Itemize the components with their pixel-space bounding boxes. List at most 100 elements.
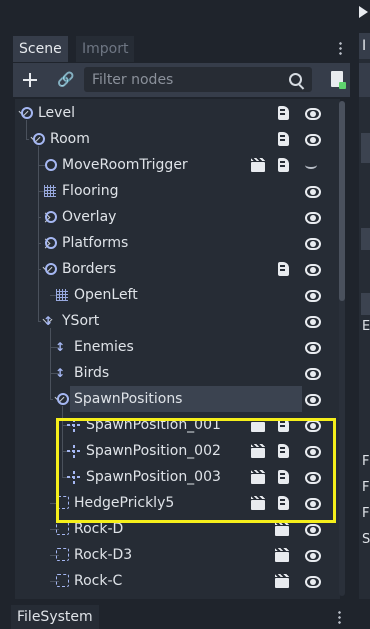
filter-nodes-input[interactable] <box>84 67 292 92</box>
inspector-field[interactable] <box>361 133 370 163</box>
tree-row-spawnpositions[interactable]: SpawnPositions <box>15 386 340 412</box>
tree-guide-line <box>38 321 41 322</box>
link-icon[interactable]: 🔗 <box>57 72 74 88</box>
dock-menu-icon[interactable] <box>339 41 342 55</box>
visibility-eye-icon[interactable] <box>305 108 321 120</box>
visibility-eye-icon[interactable] <box>305 342 321 354</box>
tree-guide-line <box>50 399 53 400</box>
ysort-icon: ↕ <box>55 366 66 380</box>
open-scene-icon[interactable] <box>275 574 289 588</box>
dock-splitter[interactable] <box>353 0 356 623</box>
instance-child-scene-icon[interactable] <box>331 71 346 89</box>
tree-guide-line <box>38 269 41 270</box>
node-icon <box>45 159 57 171</box>
visibility-eye-icon[interactable] <box>305 264 321 276</box>
ysort-icon: ↕ <box>55 340 66 354</box>
script-icon[interactable] <box>278 106 289 120</box>
collision-shape-icon <box>56 548 69 561</box>
tree-row-birds[interactable]: ↕ Birds <box>15 360 340 386</box>
tree-guide-line <box>26 139 29 140</box>
tree-node-label: SpawnPositions <box>70 386 302 412</box>
tree-node-label: Borders <box>62 261 117 277</box>
visibility-eye-icon[interactable] <box>305 134 321 146</box>
node-icon <box>45 263 57 275</box>
tree-row-overlay[interactable]: Overlay <box>15 204 340 230</box>
script-icon[interactable] <box>278 262 289 276</box>
tilemap-icon <box>56 289 68 301</box>
tree-node-label: YSort <box>62 313 100 329</box>
tab-filesystem[interactable]: FileSystem <box>11 605 99 629</box>
tree-row-platforms[interactable]: Platforms <box>15 230 340 256</box>
visibility-eye-icon[interactable] <box>305 290 321 302</box>
open-scene-icon[interactable] <box>275 522 289 536</box>
inspector-label: F <box>362 454 370 469</box>
scrollbar-thumb[interactable] <box>339 101 345 301</box>
tab-scene[interactable]: Scene <box>13 36 68 62</box>
tab-import[interactable]: Import <box>76 36 135 62</box>
tilemap-icon <box>44 185 56 197</box>
script-icon[interactable] <box>278 132 289 146</box>
search-icon <box>289 73 302 86</box>
top-toolbar <box>0 0 370 30</box>
visibility-eye-icon[interactable] <box>305 186 321 198</box>
tree-node-label: Birds <box>74 365 110 381</box>
node-icon <box>21 107 33 119</box>
tree-node-label: Overlay <box>62 209 117 225</box>
tab-inspector[interactable]: I <box>359 33 370 59</box>
inspector-label: S <box>362 532 370 547</box>
tree-row-level[interactable]: Level <box>15 100 340 126</box>
tree-node-label: Platforms <box>62 235 129 251</box>
filter-nodes-field[interactable] <box>84 67 312 92</box>
tree-row-flooring[interactable]: Flooring <box>15 178 340 204</box>
collision-shape-icon <box>56 522 69 535</box>
visibility-eye-icon[interactable] <box>305 576 321 588</box>
open-scene-icon[interactable] <box>251 158 265 172</box>
tree-row-openleft[interactable]: OpenLeft <box>15 282 340 308</box>
node-icon <box>57 393 69 405</box>
visibility-hidden-icon[interactable] <box>305 161 317 169</box>
visibility-eye-icon[interactable] <box>305 212 321 224</box>
scene-toolbar: 🔗 <box>13 63 350 97</box>
node-icon <box>45 237 57 249</box>
tree-row-ysort[interactable]: ↕ YSort <box>15 308 340 334</box>
inspector-label: F <box>362 506 370 521</box>
script-icon[interactable] <box>278 158 289 172</box>
tree-node-label: Rock-C <box>74 573 123 589</box>
node-icon <box>33 133 45 145</box>
scene-tree: Level Room MoveRoomTrigger Flooring Overlay P… <box>15 99 340 599</box>
visibility-eye-icon[interactable] <box>305 550 321 562</box>
open-scene-icon[interactable] <box>275 548 289 562</box>
tree-node-label: Flooring <box>62 183 119 199</box>
inspector-toolbar <box>359 63 370 97</box>
tree-node-label: OpenLeft <box>74 287 138 303</box>
tree-row-rock-d3[interactable]: Rock-D3 <box>15 542 340 568</box>
inspector-field[interactable] <box>361 293 370 315</box>
visibility-eye-icon[interactable] <box>305 368 321 380</box>
inspector-label: E <box>362 319 370 334</box>
tree-row-moveroomtrigger[interactable]: MoveRoomTrigger <box>15 152 340 178</box>
tree-row-borders[interactable]: Borders <box>15 256 340 282</box>
tree-row-enemies[interactable]: ↕ Enemies <box>15 334 340 360</box>
tree-row-room[interactable]: Room <box>15 126 340 152</box>
tree-node-label: Enemies <box>74 339 134 355</box>
tree-node-label: Rock-D3 <box>74 547 133 563</box>
plus-icon[interactable] <box>22 72 38 88</box>
inspector-label: F <box>362 480 370 495</box>
scene-tree-scrollbar[interactable] <box>339 101 345 596</box>
inspector-field[interactable] <box>361 228 370 250</box>
visibility-eye-icon[interactable] <box>305 238 321 250</box>
tree-node-label: Room <box>50 131 90 147</box>
inspector-dock: I E F F F S <box>359 33 370 599</box>
tree-row-rock-c[interactable]: Rock-C <box>15 568 340 594</box>
visibility-eye-icon[interactable] <box>305 524 321 536</box>
visibility-eye-icon[interactable] <box>305 394 321 406</box>
visibility-eye-icon[interactable] <box>305 316 321 328</box>
tree-node-label: Level <box>38 105 75 121</box>
tree-node-label: MoveRoomTrigger <box>62 157 188 173</box>
selection-highlight-box <box>56 418 336 523</box>
collision-shape-icon <box>56 574 69 587</box>
node-icon <box>45 211 57 223</box>
play-icon[interactable] <box>359 6 368 18</box>
scene-dock: Scene Import 🔗 Level Room MoveRoomTrigger F… <box>8 33 350 599</box>
dock-menu-icon[interactable] <box>338 610 341 624</box>
